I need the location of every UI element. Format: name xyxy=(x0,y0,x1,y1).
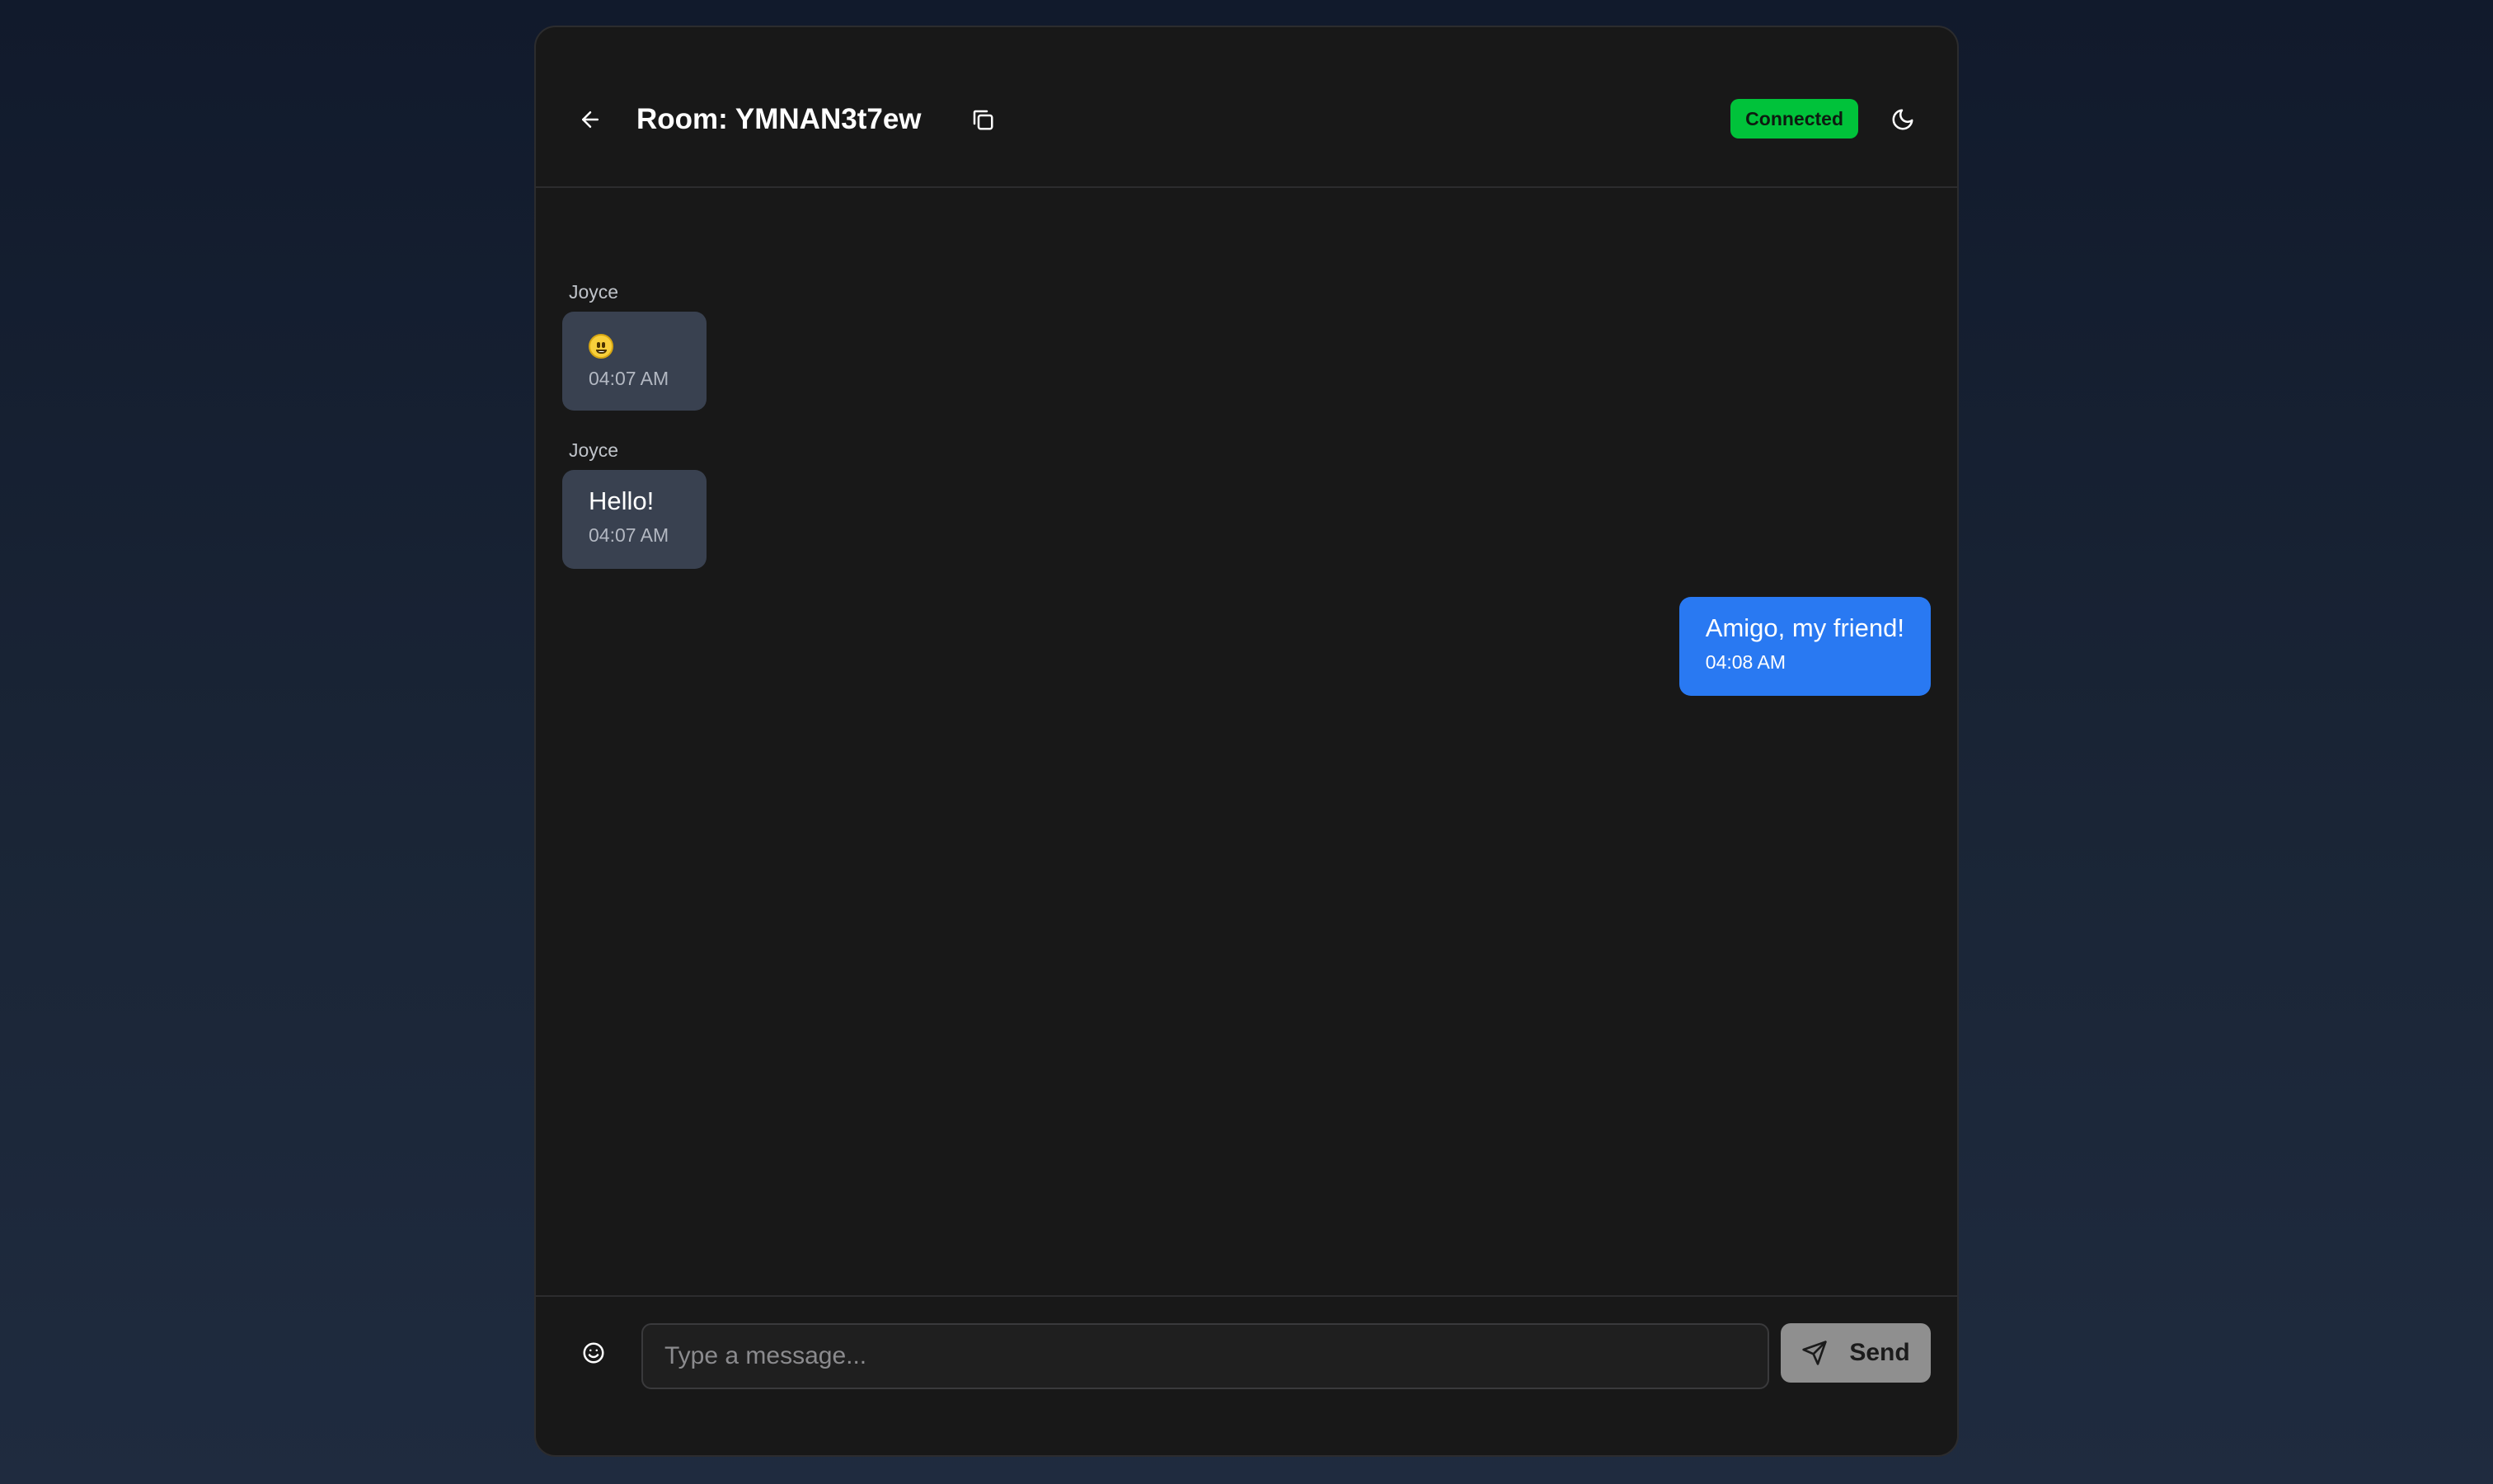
message-bubble: Amigo, my friend! 04:08 AM xyxy=(1678,597,1931,696)
chat-header: Room: YMNAN3t7ew Connected xyxy=(536,27,1957,188)
message-sender: Joyce xyxy=(569,281,619,303)
moon-icon xyxy=(1892,109,1913,130)
message-composer: Send xyxy=(536,1295,1957,1455)
message-time: 04:07 AM xyxy=(589,524,669,546)
message-sender: Joyce xyxy=(569,439,619,461)
send-icon xyxy=(1802,1341,1827,1365)
message-bubble: Hello! 04:07 AM xyxy=(562,470,707,569)
room-title: Room: YMNAN3t7ew xyxy=(636,103,922,135)
message-item-outgoing: Amigo, my friend! 04:08 AM xyxy=(1678,597,1931,696)
smile-icon xyxy=(583,1342,604,1364)
message-item: Joyce Hello! 04:07 AM xyxy=(562,439,707,569)
copy-room-id-button[interactable] xyxy=(960,96,1006,143)
send-button[interactable]: Send xyxy=(1781,1323,1931,1383)
arrow-left-icon xyxy=(582,111,599,128)
message-input[interactable] xyxy=(641,1323,1769,1389)
emoji-picker-button[interactable] xyxy=(570,1330,617,1376)
theme-toggle-button[interactable] xyxy=(1880,96,1926,143)
send-label: Send xyxy=(1849,1339,1910,1366)
message-list[interactable]: Joyce 04:07 AM Joyce Hello! 04:07 AM Ami… xyxy=(536,190,1957,1295)
smiley-emoji-icon xyxy=(589,333,613,359)
chat-window: Room: YMNAN3t7ew Connected Joyce 04:07 A… xyxy=(534,26,1959,1457)
message-time: 04:07 AM xyxy=(589,368,669,389)
message-bubble: 04:07 AM xyxy=(562,312,707,411)
back-button[interactable] xyxy=(567,96,613,143)
message-text: Amigo, my friend! xyxy=(1705,613,1904,642)
message-time: 04:08 AM xyxy=(1705,651,1786,673)
message-item: Joyce 04:07 AM xyxy=(562,280,707,411)
copy-icon xyxy=(973,110,993,130)
connection-status-badge: Connected xyxy=(1730,99,1858,139)
message-text: Hello! xyxy=(589,486,655,515)
